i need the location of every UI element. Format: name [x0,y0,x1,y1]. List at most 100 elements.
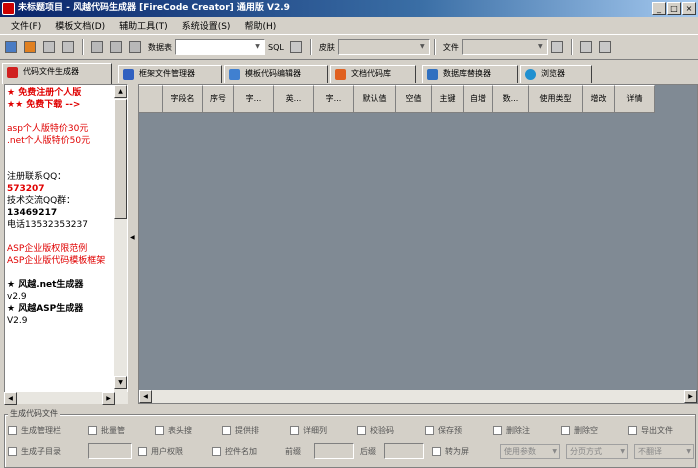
opt-remove-blank[interactable]: 删除空 [561,425,598,436]
link-asp-template[interactable]: ASP企业版代码模板框架 [7,255,115,267]
checkbox[interactable] [290,426,299,435]
generate-options-group [4,414,696,468]
checkbox[interactable] [432,447,441,456]
generate-button[interactable] [596,38,614,56]
grid-col-null[interactable]: 空值 [396,85,432,113]
save-button[interactable] [40,38,58,56]
menu-settings[interactable]: 系统设置(S) [175,19,238,32]
checkbox[interactable] [561,426,570,435]
panel-splitter[interactable]: ◀ [129,84,137,404]
sql-button[interactable] [287,38,305,56]
close-button[interactable]: × [682,2,696,15]
scroll-thumb[interactable] [114,99,127,219]
menu-tools[interactable]: 辅助工具(T) [112,19,175,32]
grid-col-field-type[interactable]: 字... [234,85,274,113]
tab-doc-library[interactable]: 文档代码库 [330,65,416,83]
param-select[interactable]: 使用参数 ▼ [500,444,560,459]
grid-col-field-len[interactable]: 字... [314,85,354,113]
copy-button[interactable] [107,38,125,56]
scroll-down-icon[interactable]: ▼ [114,376,127,389]
opt-subdirectory[interactable]: 生成子目录 [8,446,61,457]
minimize-button[interactable]: _ [652,2,666,15]
checkbox[interactable] [357,426,366,435]
grid-hscrollbar[interactable]: ◀ ▶ [139,390,697,403]
opt-header-search[interactable]: 表头搜 [155,425,192,436]
skin-select[interactable]: ▼ [337,39,430,55]
checkbox[interactable] [138,447,147,456]
checkbox[interactable] [8,426,17,435]
subdirectory-input[interactable] [88,443,132,459]
paging-select[interactable]: 分页方式 ▼ [566,444,628,459]
checkbox[interactable] [212,447,221,456]
opt-sort[interactable]: 提供排 [222,425,259,436]
product-net[interactable]: ★ 风越.net生成器 [7,279,115,291]
promo-net-price[interactable]: .net个人版特价50元 [7,135,115,147]
grid-col-detail[interactable]: 详情 [615,85,655,113]
opt-captcha[interactable]: 校验码 [357,425,394,436]
checkbox[interactable] [88,426,97,435]
scroll-up-icon[interactable]: ▲ [114,85,127,98]
save-as-button[interactable] [59,38,77,56]
new-project-button[interactable] [2,38,20,56]
checkbox[interactable] [155,426,164,435]
opt-control-name[interactable]: 控件名加 [212,446,257,457]
opt-manage-bar[interactable]: 生成管理栏 [8,425,61,436]
scroll-left-icon[interactable]: ◀ [4,392,17,405]
scroll-right-icon[interactable]: ▶ [102,392,115,405]
open-project-button[interactable] [21,38,39,56]
file-select[interactable]: ▼ [461,39,548,55]
promo-asp-price[interactable]: asp个人版特价30元 [7,123,115,135]
folder-button[interactable] [577,38,595,56]
scroll-right-icon[interactable]: ▶ [684,390,697,403]
field-grid[interactable]: 字段名 序号 字... 英... 字... 默认值 空值 主键 自增 数... … [138,84,698,404]
checkbox[interactable] [628,426,637,435]
menu-template-docs[interactable]: 模板文档(D) [48,19,112,32]
grid-col-data[interactable]: 数... [493,85,529,113]
menu-file[interactable]: 文件(F) [4,19,48,32]
edit-button[interactable] [548,38,566,56]
grid-col-seq[interactable]: 序号 [203,85,234,113]
info-scrollbar[interactable]: ▲ ▼ [114,85,127,403]
new-icon [5,41,17,53]
paste-button[interactable] [126,38,144,56]
opt-export-file[interactable]: 导出文件 [628,425,673,436]
tab-db-replacer[interactable]: 数据库替换器 [422,65,518,83]
checkbox[interactable] [222,426,231,435]
opt-batch[interactable]: 批量管 [88,425,125,436]
database-button[interactable] [88,38,106,56]
opt-user-permission[interactable]: 用户权限 [138,446,183,457]
info-hscrollbar[interactable]: ◀ ▶ [4,392,128,405]
opt-save-preview[interactable]: 保存预 [425,425,462,436]
collapse-arrow-icon[interactable]: ◀ [130,234,135,241]
prefix-input[interactable] [314,443,354,459]
tab-browser[interactable]: 浏览器 [520,65,592,83]
checkbox[interactable] [425,426,434,435]
maximize-button[interactable]: □ [667,2,681,15]
translate-select[interactable]: 不翻译 ▼ [634,444,694,459]
menu-help[interactable]: 帮助(H) [237,19,283,32]
grid-col-auto-increment[interactable]: 自增 [464,85,493,113]
link-asp-sample[interactable]: ASP企业版权限范例 [7,243,115,255]
menu-bar: 文件(F) 模板文档(D) 辅助工具(T) 系统设置(S) 帮助(H) [0,17,698,34]
grid-col-add-edit[interactable]: 增改 [583,85,615,113]
toolbar: 数据表 ▼ SQL 皮肤 ▼ 文件 ▼ [0,34,698,60]
checkbox[interactable] [8,447,17,456]
opt-remove-comments[interactable]: 删除注 [493,425,530,436]
datatable-select[interactable]: ▼ [175,39,265,55]
grid-col-english[interactable]: 英... [274,85,314,113]
grid-col-default[interactable]: 默认值 [354,85,396,113]
opt-convert-screen[interactable]: 转为屏 [432,446,469,457]
tab-template-editor[interactable]: 模板代码编辑器 [224,65,328,83]
suffix-input[interactable] [384,443,424,459]
checkbox[interactable] [493,426,502,435]
promo-download[interactable]: ★★ 免费下载 --> [7,99,115,111]
scroll-left-icon[interactable]: ◀ [139,390,152,403]
grid-col-usage-type[interactable]: 使用类型 [529,85,583,113]
grid-col-field-name[interactable]: 字段名 [163,85,203,113]
product-asp[interactable]: ★ 风越ASP生成器 [7,303,115,315]
tab-framework-manager[interactable]: 框架文件管理器 [118,65,222,83]
grid-col-primary-key[interactable]: 主键 [432,85,464,113]
promo-register[interactable]: ★ 免费注册个人版 [7,87,115,99]
opt-detail-column[interactable]: 详细列 [290,425,327,436]
tab-code-generator[interactable]: 代码文件生成器 [2,63,112,84]
